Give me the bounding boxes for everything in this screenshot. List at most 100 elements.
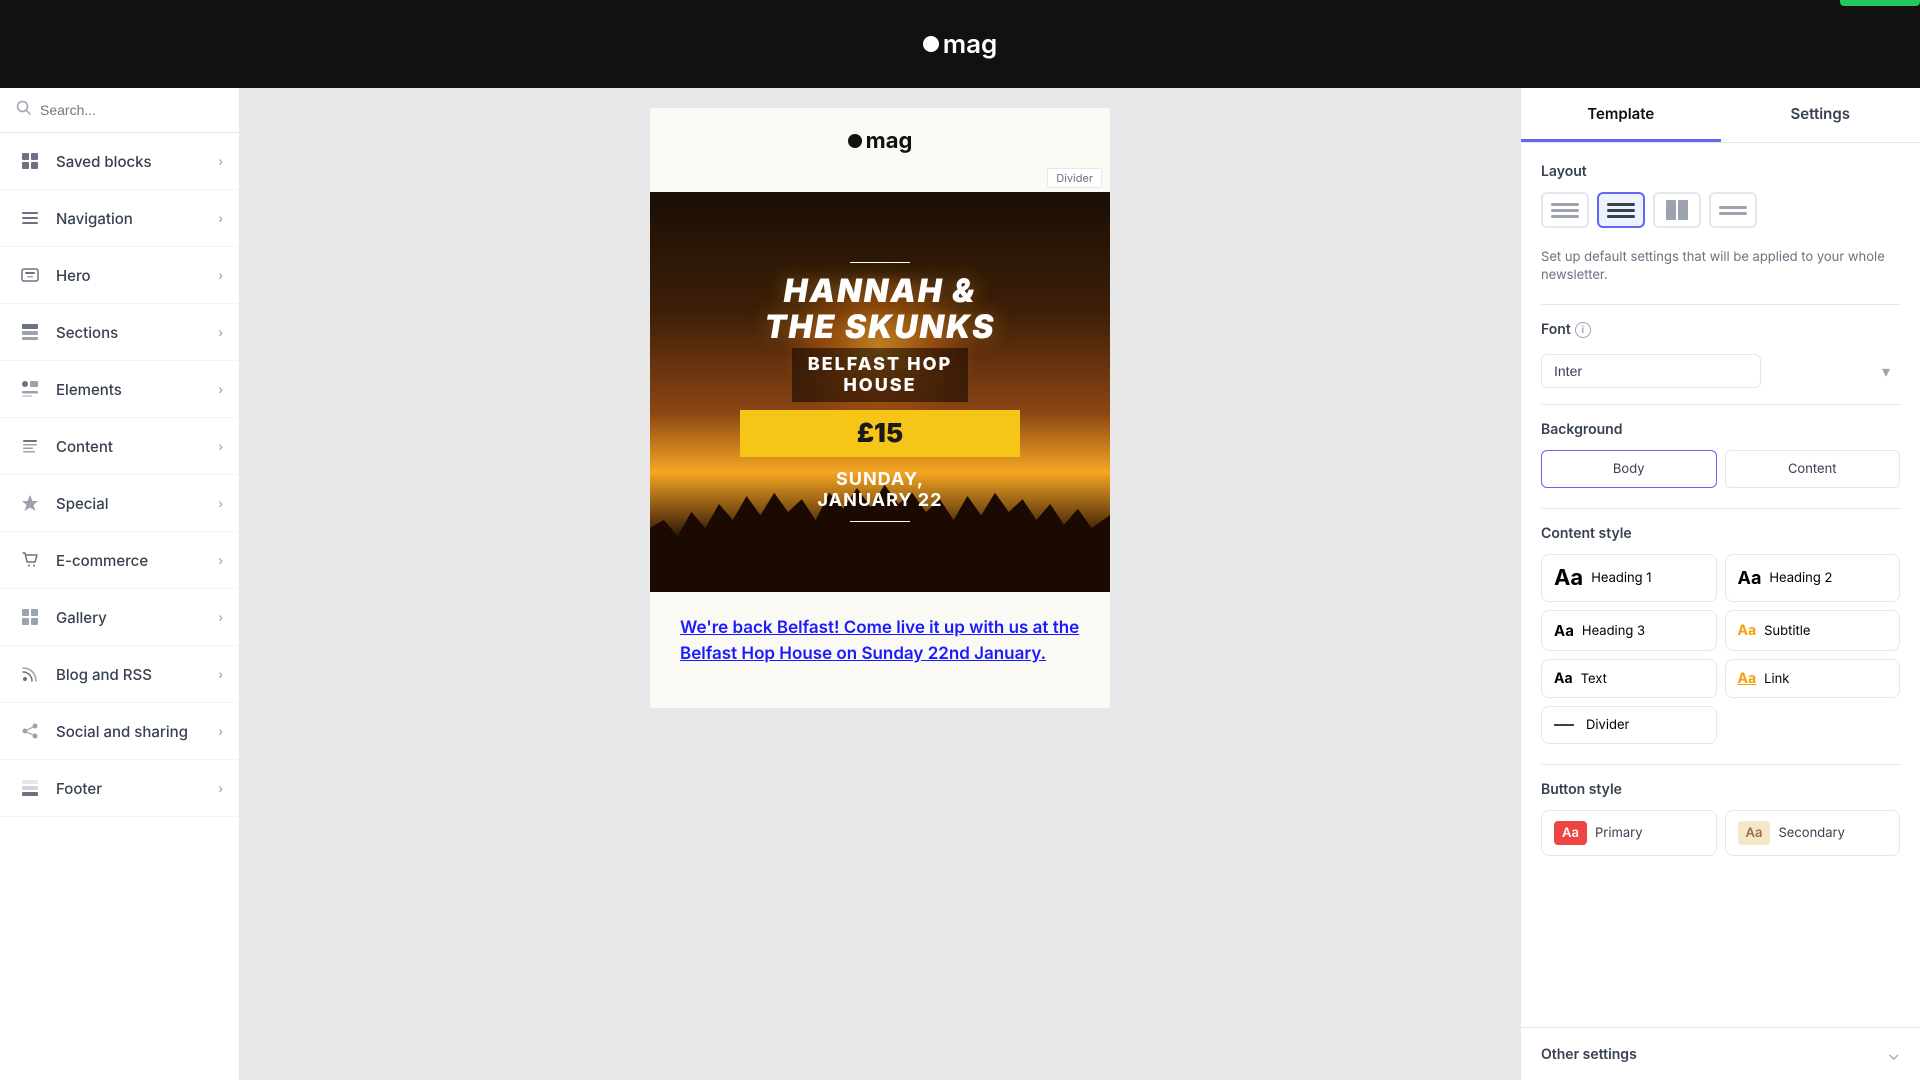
- sidebar-item-content[interactable]: Content ›: [0, 418, 239, 475]
- sidebar-item-sections[interactable]: Sections ›: [0, 304, 239, 361]
- special-icon: [16, 489, 44, 517]
- venue-line1: BELFAST HOP: [808, 354, 953, 375]
- layout-line: [1551, 209, 1579, 212]
- sidebar-item-ecommerce[interactable]: E-commerce ›: [0, 532, 239, 589]
- sidebar-item-elements[interactable]: Elements ›: [0, 361, 239, 418]
- cs-heading3[interactable]: Aa Heading 3: [1541, 610, 1717, 651]
- sidebar-item-footer[interactable]: Footer ›: [0, 760, 239, 817]
- cs-link-label: Link: [1764, 671, 1789, 687]
- chevron-icon: ›: [218, 268, 223, 283]
- cs-subtitle[interactable]: Aa Subtitle: [1725, 610, 1901, 651]
- cs-link[interactable]: Aa Link: [1725, 659, 1901, 698]
- btn-primary-label: Primary: [1595, 825, 1643, 841]
- sidebar-item-navigation[interactable]: Navigation ›: [0, 190, 239, 247]
- bottom-line: [850, 521, 910, 523]
- body-link[interactable]: We're back Belfast! Come live it up with…: [680, 618, 1079, 664]
- sidebar-label-saved-blocks: Saved blocks: [56, 152, 206, 171]
- btn-style-secondary[interactable]: Aa Secondary: [1725, 810, 1901, 856]
- tab-template[interactable]: Template: [1521, 88, 1721, 142]
- cs-subtitle-preview: Aa: [1738, 622, 1757, 639]
- layout-line: [1551, 203, 1579, 206]
- cs-text[interactable]: Aa Text: [1541, 659, 1717, 698]
- font-select[interactable]: Inter Arial Helvetica Georgia: [1541, 354, 1761, 388]
- cs-heading1-label: Heading 1: [1591, 570, 1651, 586]
- divider-row: Divider: [650, 164, 1110, 192]
- cs-divider[interactable]: Divider: [1541, 706, 1717, 744]
- sidebar-item-hero[interactable]: Hero ›: [0, 247, 239, 304]
- layout-btn-2col[interactable]: [1597, 192, 1645, 228]
- chevron-icon: ›: [218, 724, 223, 739]
- layout-btn-1col[interactable]: [1541, 192, 1589, 228]
- layout-line: [1719, 212, 1747, 215]
- font-info-icon[interactable]: i: [1575, 322, 1591, 338]
- sidebar-label-elements: Elements: [56, 380, 206, 399]
- accent-bar: [1840, 0, 1920, 6]
- tab-settings[interactable]: Settings: [1721, 88, 1920, 142]
- venue-block: BELFAST HOP HOUSE: [792, 348, 969, 402]
- price-text: £15: [800, 418, 960, 449]
- canvas-area: mag Divider HANNAH &: [240, 88, 1520, 1080]
- chevron-icon: ›: [218, 610, 223, 625]
- sidebar-item-social[interactable]: Social and sharing ›: [0, 703, 239, 760]
- search-input[interactable]: [40, 102, 223, 118]
- sidebar-item-special[interactable]: Special ›: [0, 475, 239, 532]
- footer-icon: [16, 774, 44, 802]
- date-text: SUNDAY, JANUARY 22: [818, 469, 943, 511]
- search-bar[interactable]: [0, 88, 239, 133]
- info-char: i: [1582, 324, 1585, 336]
- setup-text: Set up default settings that will be app…: [1541, 248, 1900, 284]
- concert-text-overlay: HANNAH & THE SKUNKS BELFAST HOP HOUSE £1…: [720, 262, 1040, 522]
- search-icon: [16, 100, 32, 120]
- btn-secondary-label: Secondary: [1778, 825, 1845, 841]
- band-name: HANNAH & THE SKUNKS: [765, 273, 996, 343]
- right-panel: Template Settings Layout: [1520, 88, 1920, 1080]
- layout-options: [1541, 192, 1900, 228]
- chevron-icon: ›: [218, 781, 223, 796]
- btn-style-primary[interactable]: Aa Primary: [1541, 810, 1717, 856]
- chevron-icon: ›: [218, 439, 223, 454]
- app-logo: mag: [923, 29, 998, 60]
- band-name-line2: THE SKUNKS: [765, 309, 996, 344]
- chevron-icon: ›: [218, 325, 223, 340]
- canvas-logo-text: mag: [866, 128, 913, 154]
- cs-heading1[interactable]: Aa Heading 1: [1541, 554, 1717, 602]
- chevron-icon: ›: [218, 154, 223, 169]
- venue-line2: HOUSE: [808, 375, 953, 396]
- layout-line-dark: [1607, 209, 1635, 212]
- cs-heading3-label: Heading 3: [1582, 623, 1645, 639]
- logo-dot-canvas: [848, 134, 862, 148]
- bg-btn-content[interactable]: Content: [1725, 450, 1901, 488]
- layout-col: [1666, 200, 1676, 220]
- cs-divider-label: Divider: [1586, 717, 1629, 733]
- sidebar-label-sections: Sections: [56, 323, 206, 342]
- top-line: [850, 262, 910, 264]
- concert-image-inner: HANNAH & THE SKUNKS BELFAST HOP HOUSE £1…: [650, 192, 1110, 592]
- other-settings-row[interactable]: Other settings ⌄: [1521, 1027, 1920, 1080]
- cs-heading1-preview: Aa: [1554, 565, 1583, 591]
- sidebar-item-gallery[interactable]: Gallery ›: [0, 589, 239, 646]
- chevron-icon: ›: [218, 667, 223, 682]
- blog-rss-icon: [16, 660, 44, 688]
- chevron-icon: ›: [218, 553, 223, 568]
- left-sidebar: Saved blocks › Navigation ›: [0, 88, 240, 1080]
- cs-heading2[interactable]: Aa Heading 2: [1725, 554, 1901, 602]
- layout-line: [1719, 206, 1747, 209]
- button-style-label: Button style: [1541, 781, 1900, 798]
- layout-btn-3col[interactable]: [1653, 192, 1701, 228]
- font-label: Font i: [1541, 321, 1591, 338]
- divider-badge: Divider: [1047, 168, 1102, 188]
- content-style-section: Content style Aa Heading 1 Aa Heading 2 …: [1541, 525, 1900, 744]
- date-line2: JANUARY 22: [818, 490, 943, 511]
- sidebar-item-blog-rss[interactable]: Blog and RSS ›: [0, 646, 239, 703]
- sidebar-item-saved-blocks[interactable]: Saved blocks ›: [0, 133, 239, 190]
- separator: [1541, 404, 1900, 405]
- other-settings-chevron: ⌄: [1888, 1044, 1901, 1064]
- date-line1: SUNDAY,: [818, 469, 943, 490]
- gallery-icon: [16, 603, 44, 631]
- bg-btn-body[interactable]: Body: [1541, 450, 1717, 488]
- sections-icon: [16, 318, 44, 346]
- ecommerce-icon: [16, 546, 44, 574]
- font-select-wrapper[interactable]: Inter Arial Helvetica Georgia: [1541, 354, 1900, 388]
- layout-btn-4col[interactable]: [1709, 192, 1757, 228]
- sidebar-label-navigation: Navigation: [56, 209, 206, 228]
